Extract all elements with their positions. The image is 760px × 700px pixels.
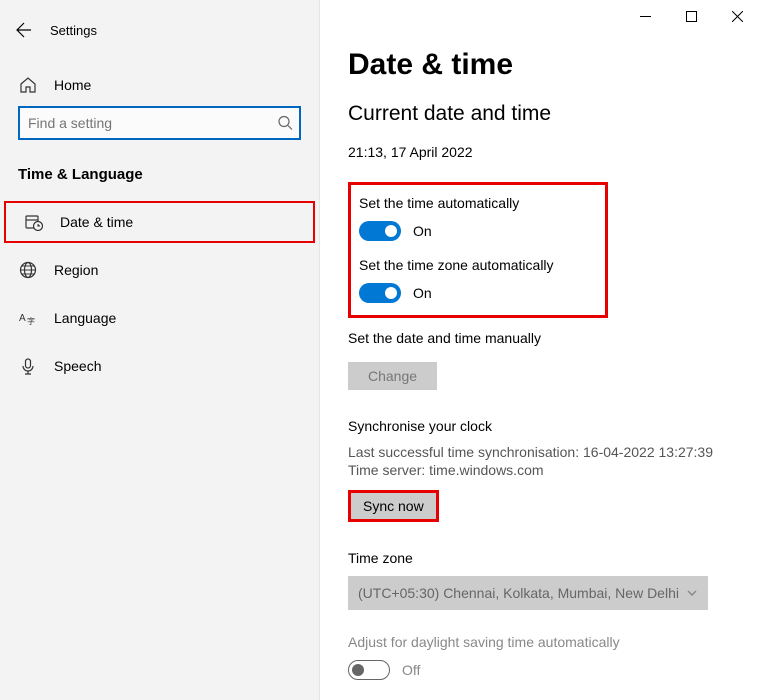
search-input[interactable]	[18, 106, 301, 140]
page-title: Date & time	[348, 48, 740, 82]
dst-label: Adjust for daylight saving time automati…	[348, 634, 740, 650]
sync-now-button[interactable]: Sync now	[351, 493, 436, 519]
dst-state: Off	[402, 662, 420, 678]
sidebar-item-label: Language	[54, 310, 116, 326]
calendar-clock-icon	[24, 212, 44, 232]
close-button[interactable]	[714, 0, 760, 32]
auto-time-state: On	[413, 223, 432, 239]
auto-tz-block: Set the time zone automatically On	[359, 257, 593, 303]
auto-time-toggle[interactable]	[359, 221, 401, 241]
timezone-block: Time zone (UTC+05:30) Chennai, Kolkata, …	[348, 550, 740, 610]
main-panel: Date & time Current date and time 21:13,…	[320, 0, 760, 700]
chevron-down-icon	[686, 587, 698, 599]
home-label: Home	[54, 77, 91, 93]
timezone-select: (UTC+05:30) Chennai, Kolkata, Mumbai, Ne…	[348, 576, 708, 610]
close-icon	[732, 11, 743, 22]
content: Date & time Current date and time 21:13,…	[320, 0, 760, 680]
sidebar-item-language[interactable]: A字 Language	[0, 297, 319, 339]
auto-time-label: Set the time automatically	[359, 195, 593, 211]
manual-label: Set the date and time manually	[348, 330, 740, 346]
sidebar-item-label: Region	[54, 262, 98, 278]
current-datetime: 21:13, 17 April 2022	[348, 144, 740, 160]
auto-time-block: Set the time automatically On	[359, 195, 593, 241]
minimize-button[interactable]	[622, 0, 668, 32]
timezone-heading: Time zone	[348, 550, 740, 566]
dst-toggle	[348, 660, 390, 680]
manual-block: Set the date and time manually Change	[348, 330, 740, 390]
sidebar-item-region[interactable]: Region	[0, 249, 319, 291]
titlebar: Settings	[0, 8, 319, 64]
globe-icon	[18, 260, 38, 280]
sync-heading: Synchronise your clock	[348, 418, 740, 434]
language-icon: A字	[18, 308, 38, 328]
svg-text:字: 字	[27, 316, 35, 326]
maximize-button[interactable]	[668, 0, 714, 32]
maximize-icon	[686, 11, 697, 22]
auto-tz-state: On	[413, 285, 432, 301]
timezone-value: (UTC+05:30) Chennai, Kolkata, Mumbai, Ne…	[358, 585, 679, 601]
sidebar: Settings Home Time & Language Date & tim…	[0, 0, 320, 700]
sync-server: Time server: time.windows.com	[348, 462, 740, 478]
home-icon	[18, 75, 38, 95]
home-nav[interactable]: Home	[0, 64, 319, 106]
change-button: Change	[348, 362, 437, 390]
current-heading: Current date and time	[348, 102, 740, 126]
search-wrap	[0, 106, 319, 158]
minimize-icon	[640, 11, 651, 22]
microphone-icon	[18, 356, 38, 376]
window-controls	[622, 0, 760, 32]
sidebar-item-label: Date & time	[60, 214, 133, 230]
sync-last: Last successful time synchronisation: 16…	[348, 444, 740, 460]
back-arrow-icon	[16, 22, 32, 38]
back-button[interactable]	[4, 14, 44, 46]
sync-block: Synchronise your clock Last successful t…	[348, 418, 740, 522]
sidebar-item-date-time[interactable]: Date & time	[4, 201, 315, 243]
app-title: Settings	[50, 23, 97, 38]
sidebar-item-label: Speech	[54, 358, 101, 374]
auto-tz-toggle[interactable]	[359, 283, 401, 303]
category-header: Time & Language	[0, 158, 319, 201]
sidebar-item-speech[interactable]: Speech	[0, 345, 319, 387]
search-icon	[278, 116, 293, 131]
dst-block: Adjust for daylight saving time automati…	[348, 634, 740, 680]
auto-settings-highlight: Set the time automatically On Set the ti…	[348, 182, 608, 318]
auto-tz-label: Set the time zone automatically	[359, 257, 593, 273]
sync-highlight: Sync now	[348, 490, 439, 522]
svg-text:A: A	[19, 313, 26, 324]
